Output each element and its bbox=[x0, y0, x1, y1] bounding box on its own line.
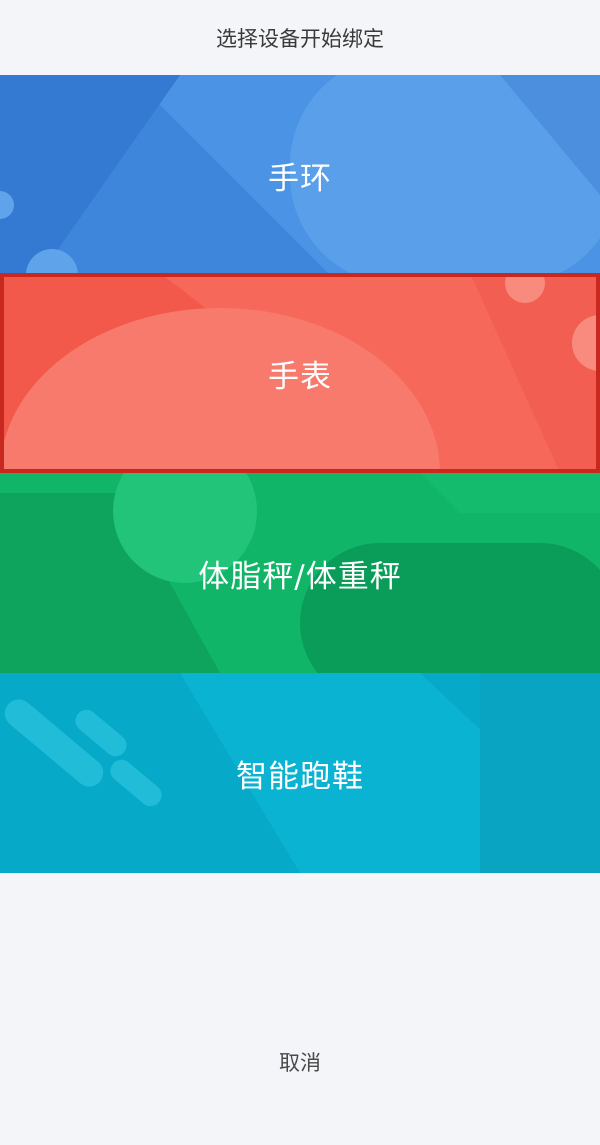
device-label-scale: 体脂秤/体重秤 bbox=[198, 558, 402, 595]
device-card-shoes[interactable]: 智能跑鞋 bbox=[0, 673, 600, 873]
device-card-scale[interactable]: 体脂秤/体重秤 bbox=[0, 473, 600, 673]
cancel-button[interactable]: 取消 bbox=[0, 1030, 600, 1094]
device-label-shoes: 智能跑鞋 bbox=[236, 758, 364, 795]
page-title: 选择设备开始绑定 bbox=[216, 26, 384, 51]
device-card-band[interactable]: 手环 bbox=[0, 75, 600, 275]
device-label-band: 手环 bbox=[268, 160, 332, 197]
device-binding-screen: 选择设备开始绑定 手环 手表 体脂秤/体重秤 智能跑鞋 取消 bbox=[0, 0, 600, 1145]
device-card-watch[interactable]: 手表 bbox=[0, 273, 600, 473]
device-label-watch: 手表 bbox=[268, 358, 332, 395]
